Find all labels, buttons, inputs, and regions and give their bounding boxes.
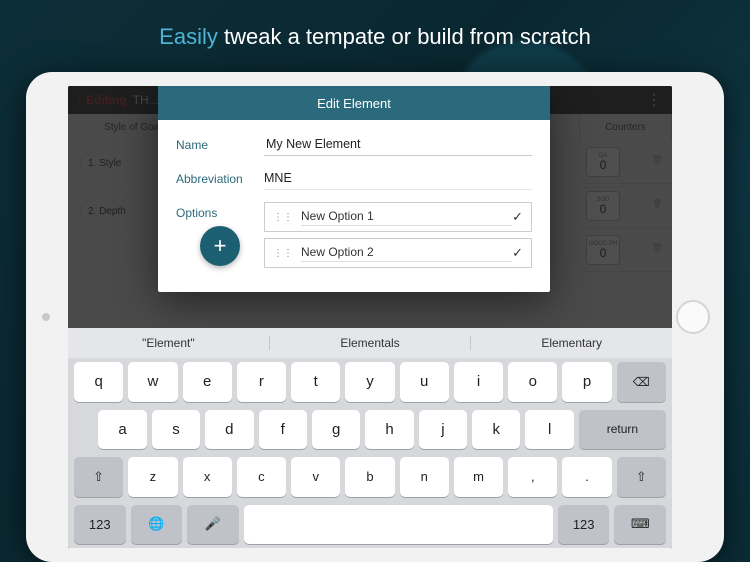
plus-icon: + [214, 233, 227, 259]
abbrev-label: Abbreviation [176, 168, 264, 186]
drag-handle-icon[interactable]: ⋮⋮ [273, 248, 293, 259]
key-row-1: q w e r t y u i o p ⌫ [68, 358, 672, 406]
key-c[interactable]: c [237, 457, 286, 497]
option-item[interactable]: ⋮⋮ New Option 2 ✓ [264, 238, 532, 268]
shift-icon: ⇧ [93, 469, 104, 485]
suggestion[interactable]: Elementary [470, 336, 672, 350]
keyboard-hide-icon: ⌨ [631, 516, 650, 532]
key-m[interactable]: m [454, 457, 503, 497]
key-j[interactable]: j [419, 410, 467, 450]
numbers-key-left[interactable]: 123 [74, 505, 126, 545]
drag-handle-icon[interactable]: ⋮⋮ [273, 212, 293, 223]
key-y[interactable]: y [345, 362, 394, 402]
check-icon[interactable]: ✓ [512, 245, 523, 261]
abbrev-value[interactable]: MNE [264, 168, 532, 190]
add-option-button[interactable]: + [200, 226, 240, 266]
key-h[interactable]: h [365, 410, 413, 450]
key-row-4: 123 🌐 🎤 123 ⌨ [68, 501, 672, 549]
key-row-2: a s d f g h j k l return [68, 406, 672, 454]
option-label[interactable]: New Option 2 [301, 244, 512, 262]
key-row-3: ⇧ z x c v b n m , . ⇧ [68, 453, 672, 501]
field-name-row: Name [176, 134, 532, 156]
globe-key[interactable]: 🌐 [131, 505, 183, 545]
key-r[interactable]: r [237, 362, 286, 402]
option-item[interactable]: ⋮⋮ New Option 1 ✓ [264, 202, 532, 232]
dismiss-keyboard-key[interactable]: ⌨ [614, 505, 666, 545]
edit-element-modal: Edit Element Name Abbreviation MNE Optio… [158, 86, 550, 292]
shift-key-left[interactable]: ⇧ [74, 457, 123, 497]
name-label: Name [176, 134, 264, 152]
key-k[interactable]: k [472, 410, 520, 450]
key-e[interactable]: e [183, 362, 232, 402]
keyboard: "Element" Elementals Elementary q w e r … [68, 328, 672, 548]
globe-icon: 🌐 [148, 516, 164, 532]
shift-icon: ⇧ [636, 469, 647, 485]
key-t[interactable]: t [291, 362, 340, 402]
key-x[interactable]: x [183, 457, 232, 497]
mic-icon: 🎤 [205, 516, 221, 532]
ipad-frame: ‹ Editing TH... ⋮ Style of Goa Counters … [26, 72, 724, 562]
key-q[interactable]: q [74, 362, 123, 402]
shift-key-right[interactable]: ⇧ [617, 457, 666, 497]
options-label: Options [176, 202, 264, 220]
key-o[interactable]: o [508, 362, 557, 402]
name-input[interactable] [264, 134, 532, 156]
key-g[interactable]: g [312, 410, 360, 450]
home-button[interactable] [676, 300, 710, 334]
backspace-key[interactable]: ⌫ [617, 362, 666, 402]
key-z[interactable]: z [128, 457, 177, 497]
return-key[interactable]: return [579, 410, 666, 450]
suggestion-bar: "Element" Elementals Elementary [68, 328, 672, 358]
backspace-icon: ⌫ [633, 375, 650, 389]
option-label[interactable]: New Option 1 [301, 208, 512, 226]
key-s[interactable]: s [152, 410, 200, 450]
check-icon[interactable]: ✓ [512, 209, 523, 225]
key-b[interactable]: b [345, 457, 394, 497]
key-comma[interactable]: , [508, 457, 557, 497]
field-options-row: Options + ⋮⋮ New Option 1 ✓ ⋮⋮ New Optio… [176, 202, 532, 274]
key-f[interactable]: f [259, 410, 307, 450]
headline-accent: Easily [159, 24, 218, 49]
key-d[interactable]: d [205, 410, 253, 450]
key-a[interactable]: a [98, 410, 146, 450]
headline-rest: tweak a tempate or build from scratch [224, 24, 591, 49]
suggestion[interactable]: Elementals [269, 336, 471, 350]
dictation-key[interactable]: 🎤 [187, 505, 239, 545]
modal-title: Edit Element [158, 86, 550, 120]
key-n[interactable]: n [400, 457, 449, 497]
key-l[interactable]: l [525, 410, 573, 450]
key-p[interactable]: p [562, 362, 611, 402]
promo-headline: Easily tweak a tempate or build from scr… [0, 0, 750, 68]
space-key[interactable] [244, 505, 553, 545]
key-i[interactable]: i [454, 362, 503, 402]
key-u[interactable]: u [400, 362, 449, 402]
numbers-key-right[interactable]: 123 [558, 505, 610, 545]
suggestion[interactable]: "Element" [68, 336, 269, 350]
field-abbrev-row: Abbreviation MNE [176, 168, 532, 190]
key-w[interactable]: w [128, 362, 177, 402]
screen: ‹ Editing TH... ⋮ Style of Goa Counters … [68, 86, 672, 548]
key-period[interactable]: . [562, 457, 611, 497]
key-v[interactable]: v [291, 457, 340, 497]
